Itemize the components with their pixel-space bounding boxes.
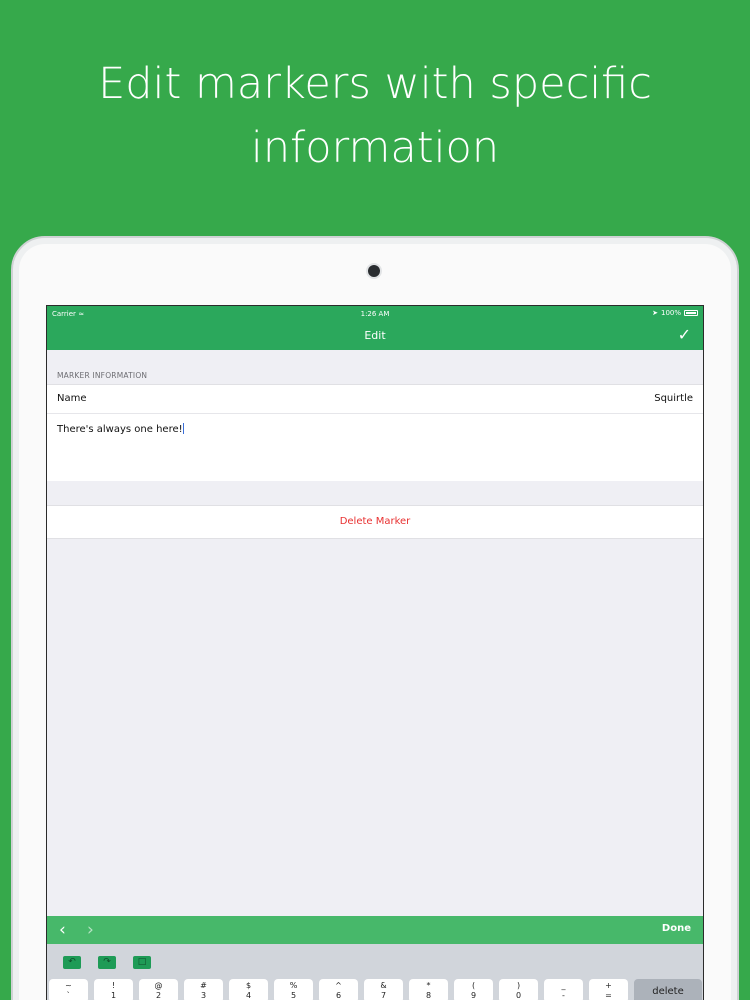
status-bar: Carrier ≈ 1:26 AM ➤ 100% <box>47 306 703 322</box>
notes-text-wrap: There's always one here! <box>57 423 184 435</box>
chevron-right-icon[interactable]: › <box>87 920 94 940</box>
keyboard-key[interactable]: ^ 6 <box>319 979 358 1000</box>
keyboard-key[interactable]: ) 0 <box>499 979 538 1000</box>
notes-textarea[interactable]: There's always one here! <box>47 413 703 481</box>
keyboard-key[interactable]: $4 <box>229 979 268 1000</box>
nav-title: Edit <box>364 329 386 342</box>
key-char: 4 <box>245 991 252 1000</box>
keyboard-key[interactable]: @2 <box>139 979 178 1000</box>
key-char: 3 <box>200 991 207 1000</box>
key-char: 6 <box>335 991 342 1000</box>
battery-percent: 100% <box>660 309 681 317</box>
keyboard-key[interactable]: + = <box>589 979 628 1000</box>
keyboard: ↶ ↷ □ ~ `! 1 @2 #3 $4% 5 ^ 6 & 7 * 8(9) 0 _ - + = delete <box>47 944 703 1000</box>
delete-marker-label: Delete Marker <box>339 516 411 527</box>
key-char: 2 <box>155 991 162 1000</box>
keyboard-key[interactable]: ! 1 <box>94 979 133 1000</box>
key-shift-char: ( <box>471 981 476 990</box>
key-shift-char: ! <box>111 981 116 990</box>
camera-icon <box>368 265 380 277</box>
status-right: ➤ 100% <box>652 309 698 317</box>
key-char: = <box>605 991 612 1000</box>
status-time: 1:26 AM <box>360 310 390 318</box>
key-row: ~ `! 1 @2 #3 $4% 5 ^ 6 & 7 * 8(9) 0 _ - + = delete <box>49 979 702 1000</box>
key-char: 7 <box>380 991 387 1000</box>
key-shift-char: $ <box>245 981 252 990</box>
key-shift-char: % <box>289 981 298 990</box>
key-char: 5 <box>290 991 297 1000</box>
key-shift-char: ) <box>516 981 521 990</box>
key-char: 1 <box>110 991 117 1000</box>
delete-key-label: delete <box>652 986 684 997</box>
promo-headline: Edit markers with specific information <box>0 52 750 180</box>
key-shift-char: # <box>200 981 207 990</box>
paste-icon[interactable]: □ <box>133 956 151 969</box>
text-caret <box>182 423 184 434</box>
headline-line-2: information <box>250 123 500 173</box>
key-shift-char: _ <box>561 981 566 990</box>
done-button[interactable]: Done <box>662 923 691 934</box>
app-screen: Carrier ≈ 1:26 AM ➤ 100% Edit ✓ MARKER I… <box>46 305 704 1000</box>
redo-icon[interactable]: ↷ <box>98 956 116 969</box>
key-shift-char: ^ <box>335 981 342 990</box>
key-shift-char: ~ <box>65 981 72 990</box>
key-shift-char: @ <box>154 981 163 990</box>
keyboard-toolbar: ‹ › Done <box>47 916 703 944</box>
key-shift-char: & <box>380 981 387 990</box>
keyboard-key[interactable]: % 5 <box>274 979 313 1000</box>
nav-bar: Edit ✓ <box>47 322 703 350</box>
keyboard-key[interactable]: * 8 <box>409 979 448 1000</box>
chevron-left-icon[interactable]: ‹ <box>59 920 66 940</box>
keyboard-key[interactable]: #3 <box>184 979 223 1000</box>
checkmark-icon[interactable]: ✓ <box>678 325 691 344</box>
name-row[interactable]: Name Squirtle <box>47 384 703 413</box>
keyboard-key[interactable]: & 7 <box>364 979 403 1000</box>
delete-marker-button[interactable]: Delete Marker <box>47 505 703 539</box>
section-header: MARKER INFORMATION <box>57 371 148 380</box>
key-char: 9 <box>470 991 477 1000</box>
keyboard-key[interactable]: ~ ` <box>49 979 88 1000</box>
key-char: 0 <box>515 991 522 1000</box>
delete-key[interactable]: delete <box>634 979 702 1000</box>
notes-text: There's always one here! <box>57 424 183 435</box>
keyboard-key[interactable]: _ - <box>544 979 583 1000</box>
name-value[interactable]: Squirtle <box>654 393 693 404</box>
key-char: 8 <box>425 991 432 1000</box>
location-icon: ➤ <box>652 309 658 317</box>
name-label: Name <box>57 393 87 404</box>
headline-line-1: Edit markers with specific <box>98 59 652 109</box>
undo-icon[interactable]: ↶ <box>63 956 81 969</box>
key-char: - <box>562 991 565 1000</box>
key-char: ` <box>66 991 71 1000</box>
battery-icon <box>684 310 698 316</box>
keyboard-key[interactable]: (9 <box>454 979 493 1000</box>
key-shift-char: * <box>426 981 431 990</box>
key-shift-char: + <box>605 981 612 990</box>
